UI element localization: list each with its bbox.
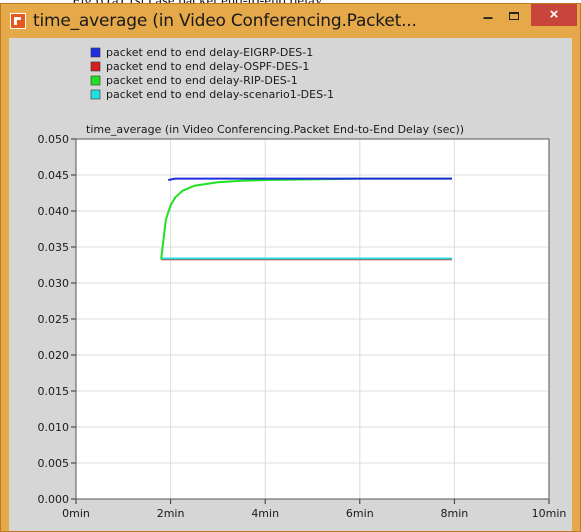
y-tick-label: 0.050 xyxy=(38,133,70,146)
x-tick-label: 0min xyxy=(62,507,90,520)
y-tick-label: 0.005 xyxy=(38,457,70,470)
legend-label: packet end to end delay-scenario1-DES-1 xyxy=(106,88,334,101)
y-tick-label: 0.035 xyxy=(38,241,70,254)
y-tick-label: 0.010 xyxy=(38,421,70,434)
legend-label: packet end to end delay-EIGRP-DES-1 xyxy=(106,46,313,59)
y-tick-label: 0.020 xyxy=(38,349,70,362)
minimize-button[interactable]: – xyxy=(475,8,501,28)
chart-title: time_average (in Video Conferencing.Pack… xyxy=(86,123,464,136)
legend-label: packet end to end delay-OSPF-DES-1 xyxy=(106,60,309,73)
x-tick-label: 8min xyxy=(441,507,469,520)
y-tick-label: 0.030 xyxy=(38,277,70,290)
maximize-icon xyxy=(509,12,519,20)
legend-swatch xyxy=(90,47,101,58)
legend-swatch xyxy=(90,75,101,86)
close-button[interactable]: × xyxy=(531,4,577,26)
x-tick-label: 6min xyxy=(346,507,374,520)
y-tick-label: 0.000 xyxy=(38,493,70,506)
line-chart: packet end to end delay-EIGRP-DES-1packe… xyxy=(38,46,567,520)
x-tick-label: 2min xyxy=(157,507,185,520)
legend-swatch xyxy=(90,89,101,100)
app-icon xyxy=(10,13,26,29)
y-tick-label: 0.045 xyxy=(38,169,70,182)
chart-panel: packet end to end delay-EIGRP-DES-1 packe… xyxy=(9,38,572,531)
window-title: time_average (in Video Conferencing.Pack… xyxy=(33,11,417,31)
maximize-button[interactable] xyxy=(501,8,527,28)
chart-window: time_average (in Video Conferencing.Pack… xyxy=(0,3,581,532)
legend-swatch xyxy=(90,61,101,72)
y-tick-label: 0.025 xyxy=(38,313,70,326)
legend-label: packet end to end delay-RIP-DES-1 xyxy=(106,74,298,87)
y-tick-label: 0.040 xyxy=(38,205,70,218)
y-tick-label: 0.015 xyxy=(38,385,70,398)
window-titlebar[interactable]: time_average (in Video Conferencing.Pack… xyxy=(1,4,580,37)
x-tick-label: 10min xyxy=(532,507,567,520)
x-tick-label: 4min xyxy=(251,507,279,520)
